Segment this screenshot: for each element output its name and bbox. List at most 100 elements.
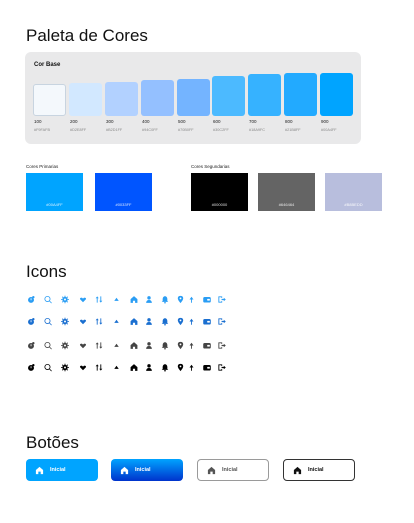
sort-icon	[94, 341, 104, 350]
wallet-icon	[200, 341, 214, 350]
button-label: Inicial	[135, 467, 151, 473]
bell-icon	[160, 341, 170, 350]
color-swatch	[248, 74, 281, 116]
base-color-card: Cor Base 100 #F9FAFB 200 #D2E8FF 300 #B2D1FF 4…	[25, 52, 361, 144]
home-icon	[129, 295, 139, 304]
swatch-hex: #646464	[278, 202, 295, 207]
color-swatch	[141, 80, 174, 116]
color-swatch	[284, 73, 317, 116]
search-icon	[43, 317, 53, 326]
home-icon	[207, 466, 216, 475]
primary-swatch: #00A4FF	[26, 173, 83, 211]
color-swatch	[105, 82, 138, 116]
home-icon	[35, 466, 44, 475]
button-label: Inicial	[308, 467, 324, 473]
user-icon	[144, 317, 154, 326]
secondary-swatch: #646464	[258, 173, 315, 211]
palette-title: Paleta de Cores	[26, 26, 148, 45]
home-icon	[129, 317, 139, 326]
arrow-up-icon	[112, 363, 121, 372]
arrow-up-icon	[112, 317, 121, 326]
swatch-hex: #0033FF	[115, 202, 132, 207]
swatch-hex: #000000	[211, 202, 228, 207]
color-swatch	[69, 83, 102, 116]
sort-icon	[94, 317, 104, 326]
home-icon	[129, 341, 139, 350]
logout-icon	[217, 363, 227, 372]
plant-icon	[187, 295, 196, 304]
wallet-icon	[200, 295, 214, 304]
logout-icon	[217, 341, 227, 350]
user-icon	[144, 341, 154, 350]
swatch-hex: #B2D1FF	[106, 128, 123, 132]
icons-title: Icons	[26, 262, 67, 281]
location-icon	[176, 363, 185, 372]
location-icon	[176, 341, 185, 350]
home-icon	[293, 466, 302, 475]
arrow-up-icon	[112, 341, 121, 350]
swatch-hex: #21B8FF	[285, 128, 301, 132]
secondary-colors-label: Cores Segundarias	[191, 164, 230, 169]
primary-swatch: #0033FF	[95, 173, 152, 211]
color-swatch	[212, 76, 245, 116]
heart-icon	[78, 341, 88, 350]
swatch-step: 100	[34, 119, 42, 124]
color-swatch	[320, 73, 353, 116]
alarm-icon	[26, 295, 36, 304]
secondary-swatch: #B8BEDD	[325, 173, 382, 211]
home-button-outline-gray[interactable]: Inicial	[197, 459, 269, 481]
color-swatch	[177, 79, 210, 116]
home-button-solid[interactable]: Inicial	[26, 459, 98, 481]
swatch-step: 400	[142, 119, 150, 124]
alarm-icon	[26, 317, 36, 326]
wallet-icon	[200, 363, 214, 372]
heart-icon	[78, 295, 88, 304]
settings-icon	[60, 317, 70, 326]
alarm-icon	[26, 363, 36, 372]
button-label: Inicial	[50, 467, 66, 473]
plant-icon	[187, 317, 196, 326]
settings-icon	[60, 295, 70, 304]
swatch-hex: #B8BEDD	[344, 202, 363, 207]
swatch-hex: #94C0FF	[142, 128, 158, 132]
home-icon	[129, 363, 139, 372]
swatch-step: 500	[178, 119, 186, 124]
swatch-step: 700	[249, 119, 257, 124]
swatch-hex: #F9FAFB	[34, 128, 51, 132]
swatch-step: 800	[285, 119, 293, 124]
swatch-step: 900	[321, 119, 329, 124]
logout-icon	[217, 295, 227, 304]
search-icon	[43, 295, 53, 304]
secondary-swatch: #000000	[191, 173, 248, 211]
swatch-hex: #D2E8FF	[70, 128, 87, 132]
buttons-title: Botões	[26, 433, 79, 452]
user-icon	[144, 295, 154, 304]
user-icon	[144, 363, 154, 372]
alarm-icon	[26, 341, 36, 350]
color-swatch	[33, 84, 66, 116]
home-button-outline-dark[interactable]: Inicial	[283, 459, 355, 481]
swatch-hex: #00A4FF	[321, 128, 337, 132]
plant-icon	[187, 341, 196, 350]
settings-icon	[60, 363, 70, 372]
search-icon	[43, 341, 53, 350]
swatch-hex: #30C2FF	[213, 128, 229, 132]
bell-icon	[160, 363, 170, 372]
home-button-gradient[interactable]: Inicial	[111, 459, 183, 481]
home-icon	[120, 466, 129, 475]
settings-icon	[60, 341, 70, 350]
card-title: Cor Base	[34, 62, 61, 68]
heart-icon	[78, 317, 88, 326]
swatch-hex: #00A4FF	[46, 202, 63, 207]
swatch-hex: #70B0FF	[178, 128, 194, 132]
logout-icon	[217, 317, 227, 326]
swatch-step: 200	[70, 119, 78, 124]
bell-icon	[160, 317, 170, 326]
primary-colors-label: Cores Primarias	[26, 164, 59, 169]
swatch-step: 600	[213, 119, 221, 124]
heart-icon	[78, 363, 88, 372]
arrow-up-icon	[112, 295, 121, 304]
sort-icon	[94, 295, 104, 304]
swatch-step: 300	[106, 119, 114, 124]
wallet-icon	[200, 317, 214, 326]
